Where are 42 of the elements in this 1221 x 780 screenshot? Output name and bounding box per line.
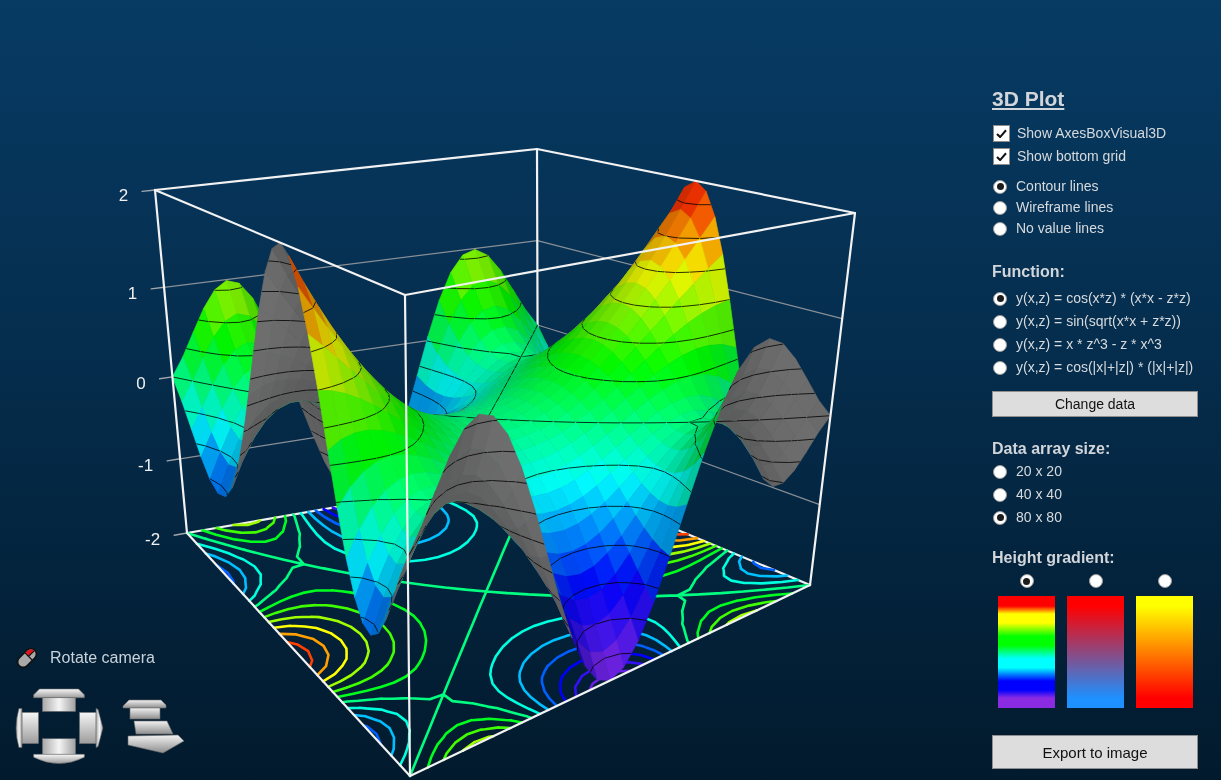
checkmark-icon	[996, 152, 1007, 161]
radio-label: y(x,z) = sin(sqrt(x*x + z*z))	[1016, 313, 1181, 330]
radio-button[interactable]	[993, 464, 1007, 479]
radio-button[interactable]	[1019, 574, 1034, 588]
radio-button[interactable]	[993, 487, 1007, 502]
radio-label: 40 x 40	[1016, 486, 1062, 503]
radio-label: y(x,z) = cos(x*z) * (x*x - z*z)	[1016, 290, 1191, 307]
axis-tick-label: -1	[138, 455, 154, 475]
checkbox[interactable]	[993, 148, 1010, 165]
radio-button[interactable]	[993, 221, 1007, 236]
radio-button[interactable]	[993, 314, 1007, 329]
rotate-camera-label: Rotate camera	[50, 649, 155, 667]
checkmark-icon	[996, 129, 1007, 138]
axis-tick-label: 1	[127, 283, 138, 303]
radio-button[interactable]	[993, 360, 1007, 375]
radio-button[interactable]	[993, 510, 1007, 525]
checkbox-label: Show AxesBoxVisual3D	[1017, 125, 1167, 142]
stacked-arrows-icon[interactable]	[121, 698, 185, 754]
section-heading: Height gradient:	[992, 548, 1115, 568]
radio-button[interactable]	[1157, 574, 1172, 588]
radio-label: Contour lines	[1016, 178, 1099, 195]
radio-label: y(x,z) = cos(|x|+|z|) * (|x|+|z|)	[1016, 359, 1194, 376]
section-heading: Function:	[992, 262, 1065, 282]
section-heading: Data array size:	[992, 439, 1111, 459]
axis-tick-label: -2	[145, 530, 161, 550]
radio-button[interactable]	[993, 179, 1007, 194]
checkbox-label: Show bottom grid	[1017, 148, 1126, 165]
change-data-button[interactable]: Change data	[992, 391, 1198, 417]
export-button[interactable]: Export to image	[992, 735, 1198, 769]
radio-label: 20 x 20	[1016, 463, 1062, 480]
radio-label: 80 x 80	[1016, 509, 1062, 526]
radio-label: y(x,z) = x * z^3 - z * x^3	[1016, 336, 1162, 353]
radio-button[interactable]	[993, 291, 1007, 306]
axis-tick-label: 2	[118, 186, 129, 206]
axis-tick-label: 0	[136, 373, 146, 393]
radio-label: No value lines	[1016, 220, 1104, 237]
radio-button[interactable]	[1088, 574, 1103, 588]
radio-label: Wireframe lines	[1016, 199, 1114, 216]
checkbox[interactable]	[993, 125, 1010, 142]
radio-button[interactable]	[993, 337, 1007, 352]
radio-button[interactable]	[993, 200, 1007, 215]
panel-title: 3D Plot	[992, 86, 1065, 112]
